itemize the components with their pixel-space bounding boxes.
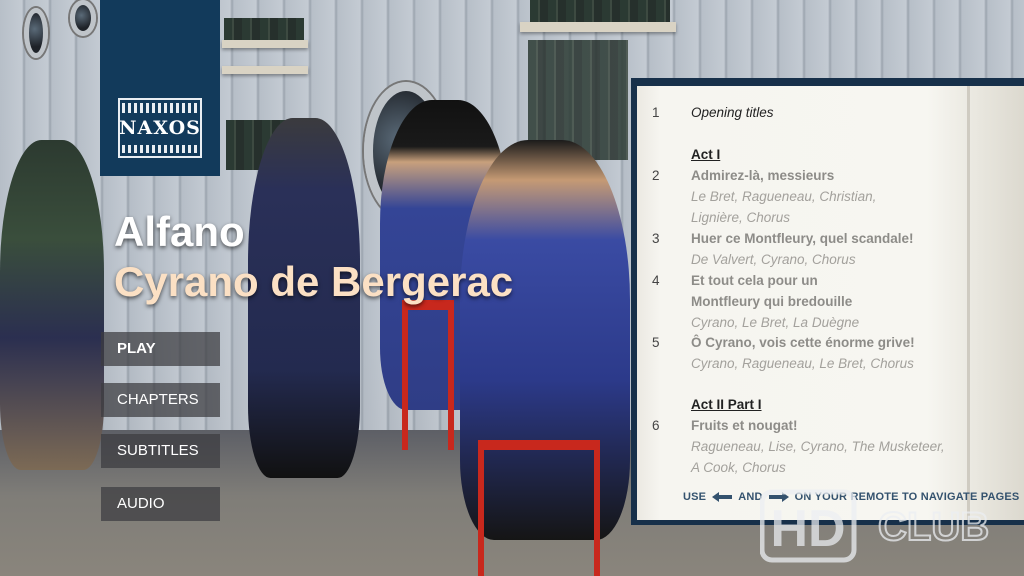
porthole	[24, 8, 48, 58]
act-heading-1: Act I	[691, 147, 721, 162]
chapter-number: 6	[652, 418, 660, 433]
chapters-button[interactable]: CHAPTERS	[101, 383, 220, 417]
books	[530, 0, 670, 22]
nav-hint-use: USE	[683, 491, 707, 503]
chapter-cast: Ragueneau, Lise, Cyrano, The Musketeer,	[691, 439, 945, 454]
shelf	[520, 22, 676, 32]
left-arrow-icon	[712, 492, 733, 502]
hdclub-watermark: HD CLUB	[759, 488, 1015, 564]
chapter-cast: Le Bret, Ragueneau, Christian,	[691, 189, 877, 204]
watermark-club: CLUB	[878, 505, 989, 549]
chapter-title-4[interactable]: Et tout cela pour un	[691, 273, 818, 288]
porthole	[70, 0, 96, 36]
chapter-title-1[interactable]: Opening titles	[691, 105, 774, 120]
chapter-title-4-cont[interactable]: Montfleury qui bredouille	[691, 294, 852, 309]
chapter-cast: Lignière, Chorus	[691, 210, 791, 225]
books	[224, 18, 304, 40]
chapter-cast: De Valvert, Cyrano, Chorus	[691, 252, 856, 267]
chapter-number: 1	[652, 105, 660, 120]
opera-title: Cyrano de Bergerac	[114, 258, 514, 305]
chapter-title-5[interactable]: Ô Cyrano, vois cette énorme grive!	[691, 335, 915, 350]
chapter-number: 3	[652, 231, 660, 246]
chapter-title-3[interactable]: Huer ce Montfleury, quel scandale!	[691, 231, 914, 246]
chapter-number: 4	[652, 273, 660, 288]
chapter-title-2[interactable]: Admirez-là, messieurs	[691, 168, 834, 183]
subtitles-button[interactable]: SUBTITLES	[101, 434, 220, 468]
page-fold	[967, 86, 970, 520]
nav-hint-and: AND	[738, 491, 763, 503]
chapter-number: 2	[652, 168, 660, 183]
chapter-cast: Cyrano, Ragueneau, Le Bret, Chorus	[691, 356, 914, 371]
act-heading-2: Act II Part I	[691, 397, 762, 412]
chair	[478, 440, 600, 576]
composer-title: Alfano	[114, 208, 245, 255]
naxos-logo: NAXOS	[119, 117, 201, 139]
watermark-hd: HD	[770, 500, 845, 558]
chapter-number: 5	[652, 335, 660, 350]
chapter-cast: Cyrano, Le Bret, La Duègne	[691, 315, 860, 330]
audio-button[interactable]: AUDIO	[101, 487, 220, 521]
chapter-cast: A Cook, Chorus	[691, 460, 786, 475]
chapter-title-6[interactable]: Fruits et nougat!	[691, 418, 798, 433]
actor	[0, 140, 104, 470]
shelf	[222, 66, 308, 74]
play-button[interactable]: PLAY	[101, 332, 220, 366]
shelf	[222, 40, 308, 48]
chair	[402, 300, 454, 450]
